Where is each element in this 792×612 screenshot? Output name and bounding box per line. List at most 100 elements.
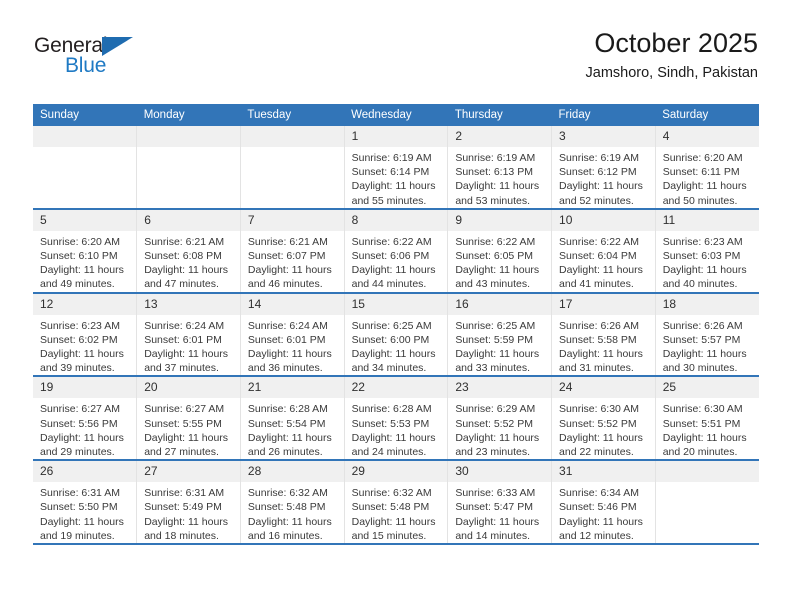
- weekday-header-thursday: Thursday: [447, 104, 552, 126]
- day-number: [33, 126, 137, 147]
- day-cell[interactable]: 22 Sunrise: 6:28 AM Sunset: 5:53 PM Dayligh…: [344, 376, 449, 462]
- day-cell[interactable]: 11 Sunrise: 6:23 AM Sunset: 6:03 PM Dayligh…: [655, 208, 759, 294]
- day-cell[interactable]: 19 Sunrise: 6:27 AM Sunset: 5:56 PM Dayligh…: [33, 376, 138, 462]
- sunset-text: Sunset: 5:52 PM: [559, 417, 637, 430]
- day-cell[interactable]: 28 Sunrise: 6:32 AM Sunset: 5:48 PM Dayligh…: [240, 460, 345, 546]
- calendar-week-row: 5 Sunrise: 6:20 AM Sunset: 6:10 PM Daylight…: [33, 208, 759, 294]
- day-cell[interactable]: 24 Sunrise: 6:30 AM Sunset: 5:52 PM Dayligh…: [551, 376, 656, 462]
- day-sun-info: Sunrise: 6:19 AM Sunset: 6:13 PM Daylight:…: [448, 147, 551, 208]
- day-sun-info: Sunrise: 6:23 AM Sunset: 6:02 PM Daylight:…: [33, 315, 136, 376]
- sunrise-text: Sunrise: 6:19 AM: [351, 152, 432, 164]
- day-cell[interactable]: 30 Sunrise: 6:33 AM Sunset: 5:47 PM Dayligh…: [447, 460, 553, 546]
- day-cell[interactable]: 25 Sunrise: 6:30 AM Sunset: 5:51 PM Dayligh…: [655, 376, 759, 462]
- day-number: 11: [655, 209, 759, 231]
- sunrise-text: Sunrise: 6:21 AM: [247, 235, 328, 248]
- day-cell[interactable]: 15 Sunrise: 6:25 AM Sunset: 6:00 PM Dayligh…: [344, 292, 449, 378]
- calendar-body: 1 Sunrise: 6:19 AM Sunset: 6:14 PM Daylight…: [33, 126, 759, 546]
- day-cell[interactable]: 18 Sunrise: 6:26 AM Sunset: 5:57 PM Dayligh…: [655, 292, 759, 378]
- day-cell[interactable]: 27 Sunrise: 6:31 AM Sunset: 5:49 PM Dayligh…: [136, 460, 241, 546]
- day-cell[interactable]: 10 Sunrise: 6:22 AM Sunset: 6:04 PM Dayligh…: [551, 208, 656, 294]
- sunrise-text: Sunrise: 6:30 AM: [662, 403, 743, 416]
- day-cell[interactable]: 16 Sunrise: 6:25 AM Sunset: 5:59 PM Dayligh…: [447, 292, 553, 378]
- day-cell[interactable]: 21 Sunrise: 6:28 AM Sunset: 5:54 PM Dayligh…: [240, 376, 345, 462]
- sunset-text: Sunset: 5:56 PM: [40, 417, 118, 430]
- title-block: October 2025 Jamshoro, Sindh, Pakistan: [586, 26, 758, 84]
- day-cell[interactable]: 7 Sunrise: 6:21 AM Sunset: 6:07 PM Daylight…: [240, 208, 345, 294]
- day-cell[interactable]: 29 Sunrise: 6:32 AM Sunset: 5:48 PM Dayligh…: [344, 460, 449, 546]
- sunrise-text: Sunrise: 6:22 AM: [351, 235, 432, 248]
- day-number: 9: [448, 209, 552, 231]
- day-sun-info: Sunrise: 6:32 AM Sunset: 5:48 PM Daylight:…: [345, 482, 448, 543]
- day-cell[interactable]: 8 Sunrise: 6:22 AM Sunset: 6:06 PM Daylight…: [344, 208, 449, 294]
- general-blue-logo[interactable]: General Blue: [34, 34, 214, 90]
- day-cell[interactable]: 12 Sunrise: 6:23 AM Sunset: 6:02 PM Dayligh…: [33, 292, 138, 378]
- sunset-text: Sunset: 6:10 PM: [40, 250, 118, 263]
- daylight-text: Daylight: 11 hours and 31 minutes.: [559, 348, 643, 375]
- day-sun-info: Sunrise: 6:28 AM Sunset: 5:54 PM Daylight:…: [241, 398, 344, 459]
- sunrise-text: Sunrise: 6:29 AM: [455, 403, 536, 416]
- day-cell[interactable]: 2 Sunrise: 6:19 AM Sunset: 6:13 PM Daylight…: [447, 126, 553, 210]
- weekday-header-sunday: Sunday: [33, 104, 137, 126]
- day-cell[interactable]: 31 Sunrise: 6:34 AM Sunset: 5:46 PM Dayligh…: [551, 460, 656, 546]
- sunrise-text: Sunrise: 6:27 AM: [144, 403, 225, 416]
- calendar-week-row: 1 Sunrise: 6:19 AM Sunset: 6:14 PM Daylight…: [33, 126, 759, 210]
- sunrise-text: Sunrise: 6:25 AM: [351, 319, 432, 332]
- sunrise-text: Sunrise: 6:27 AM: [40, 403, 120, 416]
- day-cell[interactable]: 3 Sunrise: 6:19 AM Sunset: 6:12 PM Daylight…: [551, 126, 656, 210]
- sunrise-text: Sunrise: 6:28 AM: [351, 403, 432, 416]
- day-cell[interactable]: 4 Sunrise: 6:20 AM Sunset: 6:11 PM Daylight…: [655, 126, 759, 210]
- sunset-text: Sunset: 6:03 PM: [662, 250, 741, 263]
- daylight-text: Daylight: 11 hours and 55 minutes.: [351, 180, 436, 207]
- day-cell[interactable]: 6 Sunrise: 6:21 AM Sunset: 6:08 PM Daylight…: [136, 208, 241, 294]
- day-number: 25: [655, 377, 759, 399]
- sunrise-text: Sunrise: 6:26 AM: [662, 319, 743, 332]
- day-sun-info: Sunrise: 6:31 AM Sunset: 5:49 PM Daylight:…: [137, 482, 240, 543]
- day-sun-info: Sunrise: 6:26 AM Sunset: 5:57 PM Daylight:…: [656, 315, 759, 376]
- day-sun-info: Sunrise: 6:26 AM Sunset: 5:58 PM Daylight:…: [552, 315, 655, 376]
- weekday-header-saturday: Saturday: [655, 104, 759, 126]
- day-cell[interactable]: 23 Sunrise: 6:29 AM Sunset: 5:52 PM Dayligh…: [447, 376, 553, 462]
- sunset-text: Sunset: 6:07 PM: [247, 250, 326, 263]
- day-sun-info: Sunrise: 6:24 AM Sunset: 6:01 PM Daylight:…: [241, 315, 344, 376]
- calendar-header-row: Sunday Monday Tuesday Wednesday Thursday…: [33, 104, 759, 126]
- day-cell[interactable]: 5 Sunrise: 6:20 AM Sunset: 6:10 PM Daylight…: [33, 208, 138, 294]
- day-sun-info: Sunrise: 6:25 AM Sunset: 6:00 PM Daylight:…: [345, 315, 448, 376]
- logo-text-blue: Blue: [65, 54, 107, 77]
- day-number: 23: [448, 377, 552, 399]
- sunset-text: Sunset: 5:51 PM: [662, 417, 741, 430]
- sunset-text: Sunset: 5:49 PM: [144, 501, 222, 514]
- day-number: 6: [137, 209, 240, 231]
- day-number: 1: [344, 126, 448, 147]
- sunrise-text: Sunrise: 6:31 AM: [40, 487, 120, 500]
- day-cell[interactable]: 9 Sunrise: 6:22 AM Sunset: 6:05 PM Daylight…: [447, 208, 553, 294]
- daylight-text: Daylight: 11 hours and 41 minutes.: [559, 264, 643, 291]
- day-number: 17: [552, 293, 655, 315]
- day-cell[interactable]: 17 Sunrise: 6:26 AM Sunset: 5:58 PM Dayligh…: [551, 292, 656, 378]
- day-cell[interactable]: 14 Sunrise: 6:24 AM Sunset: 6:01 PM Dayligh…: [240, 292, 345, 378]
- day-number: 4: [655, 126, 759, 147]
- day-sun-info: Sunrise: 6:27 AM Sunset: 5:55 PM Daylight:…: [137, 398, 240, 459]
- daylight-text: Daylight: 11 hours and 52 minutes.: [559, 180, 643, 207]
- weekday-header-wednesday: Wednesday: [344, 104, 448, 126]
- day-sun-info: Sunrise: 6:19 AM Sunset: 6:12 PM Daylight:…: [552, 147, 655, 208]
- day-cell[interactable]: 1 Sunrise: 6:19 AM Sunset: 6:14 PM Daylight…: [344, 126, 449, 210]
- day-sun-info: Sunrise: 6:28 AM Sunset: 5:53 PM Daylight:…: [345, 398, 448, 459]
- daylight-text: Daylight: 11 hours and 19 minutes.: [40, 515, 124, 542]
- day-cell[interactable]: 20 Sunrise: 6:27 AM Sunset: 5:55 PM Dayligh…: [136, 376, 241, 462]
- sunset-text: Sunset: 5:47 PM: [455, 501, 533, 514]
- day-number: 14: [240, 293, 344, 315]
- sunset-text: Sunset: 5:57 PM: [662, 333, 741, 346]
- sunrise-text: Sunrise: 6:32 AM: [351, 487, 432, 500]
- day-cell[interactable]: 26 Sunrise: 6:31 AM Sunset: 5:50 PM Dayligh…: [33, 460, 138, 546]
- day-sun-info: Sunrise: 6:20 AM Sunset: 6:10 PM Daylight:…: [33, 231, 136, 292]
- day-number: 8: [344, 209, 448, 231]
- weekday-header-monday: Monday: [136, 104, 241, 126]
- day-number: 22: [344, 377, 448, 399]
- page-header: General Blue October 2025 Jamshoro, Sind…: [34, 26, 758, 98]
- day-sun-info: Sunrise: 6:22 AM Sunset: 6:04 PM Daylight:…: [552, 231, 655, 292]
- day-sun-info: Sunrise: 6:21 AM Sunset: 6:08 PM Daylight:…: [137, 231, 240, 292]
- day-cell-empty: [655, 460, 759, 546]
- sunset-text: Sunset: 5:58 PM: [559, 333, 637, 346]
- sunrise-text: Sunrise: 6:22 AM: [455, 235, 536, 248]
- day-cell[interactable]: 13 Sunrise: 6:24 AM Sunset: 6:01 PM Dayligh…: [136, 292, 241, 378]
